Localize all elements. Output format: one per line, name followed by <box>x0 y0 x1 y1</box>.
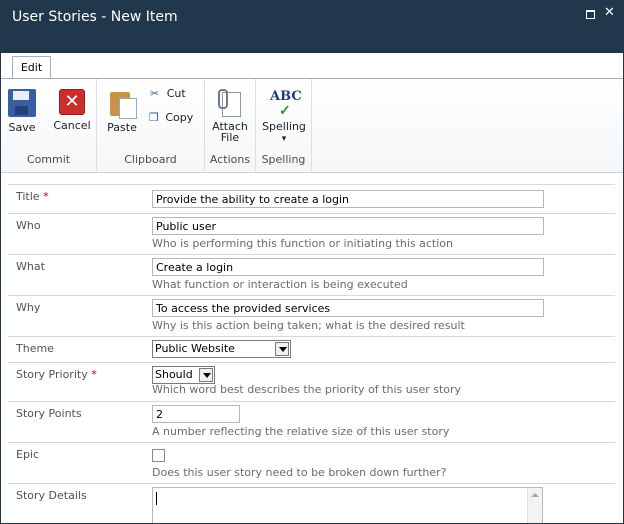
text-caret <box>156 492 157 505</box>
form-row-why: Why To access the provided services Why … <box>8 295 615 336</box>
story-points-description: A number reflecting the relative size of… <box>152 425 450 438</box>
close-icon[interactable]: ✕ <box>604 6 615 20</box>
group-label-commit: Commit <box>26 153 71 166</box>
save-label: Save <box>8 121 36 134</box>
form-row-who: Who Public user Who is performing this f… <box>8 213 615 254</box>
field-label-story-details: Story Details <box>16 489 87 502</box>
spelling-dropdown-icon: ▾ <box>281 134 287 144</box>
spellcheck-glyph: ABC <box>270 89 302 104</box>
ribbon: Save ✕ Cancel Commit Paste ✂ Cut ❐ Copy … <box>1 78 623 173</box>
dialog-window: User Stories - New Item ✕ Edit Save ✕ Ca… <box>0 0 624 524</box>
chevron-down-icon[interactable] <box>199 368 213 382</box>
theme-select-value: Public Website <box>155 342 235 355</box>
paste-button[interactable]: Paste <box>107 87 137 134</box>
group-commit: Save ✕ Cancel Commit <box>1 79 97 171</box>
tab-edit[interactable]: Edit <box>12 56 51 79</box>
copy-button[interactable]: ❐ Copy <box>149 111 193 124</box>
attach-label-file: File <box>220 131 240 144</box>
who-description: Who is performing this function or initi… <box>152 237 453 250</box>
group-label-spelling: Spelling <box>261 153 306 166</box>
why-input[interactable]: To access the provided services <box>152 299 544 317</box>
copy-label: Copy <box>165 111 194 124</box>
field-label-theme: Theme <box>16 342 54 355</box>
form-row-epic: Epic Does this user story need to be bro… <box>8 442 615 483</box>
story-details-textarea[interactable] <box>152 487 543 523</box>
titlebar: User Stories - New Item ✕ <box>1 1 623 53</box>
save-button[interactable]: Save <box>7 87 37 134</box>
what-description: What function or interaction is being ex… <box>152 278 408 291</box>
story-priority-description: Which word best describes the priority o… <box>152 383 462 396</box>
field-label-story-points: Story Points <box>16 407 82 420</box>
cancel-label: Cancel <box>53 119 91 132</box>
group-clipboard: Paste ✂ Cut ❐ Copy Clipboard <box>97 79 205 171</box>
form-row-what: What Create a login What function or int… <box>8 254 615 295</box>
field-label-story-priority: Story Priority * <box>16 368 97 381</box>
story-priority-value: Should <box>155 368 193 381</box>
paste-label: Paste <box>107 121 137 134</box>
cut-button[interactable]: ✂ Cut <box>150 87 186 100</box>
copy-icon: ❐ <box>149 111 159 124</box>
form-row-story-details: Story Details <box>8 483 615 523</box>
what-input[interactable]: Create a login <box>152 258 544 276</box>
scrollbar[interactable] <box>527 488 542 523</box>
cancel-icon: ✕ <box>59 89 85 115</box>
field-label-epic: Epic <box>16 448 40 461</box>
title-input[interactable]: Provide the ability to create a login <box>152 190 544 208</box>
epic-description: Does this user story need to be broken d… <box>152 466 447 479</box>
group-spelling: ABC ✓ Spelling ▾ Spelling <box>256 79 312 171</box>
form-row-story-priority: Story Priority * Should Which word best … <box>8 362 615 401</box>
form-row-story-points: Story Points 2 A number reflecting the r… <box>8 401 615 442</box>
field-label-title: Title * <box>16 190 49 203</box>
paperclip-icon <box>216 89 244 117</box>
group-label-actions: Actions <box>209 153 251 166</box>
theme-select[interactable]: Public Website <box>152 340 291 358</box>
maximize-icon[interactable] <box>585 9 596 20</box>
scissors-icon: ✂ <box>150 87 160 100</box>
field-label-why: Why <box>16 301 41 314</box>
epic-checkbox[interactable] <box>152 449 165 462</box>
item-form: Title * Provide the ability to create a … <box>8 184 615 523</box>
who-input[interactable]: Public user <box>152 217 544 235</box>
spelling-label: Spelling <box>262 120 306 133</box>
field-label-what: What <box>16 260 45 273</box>
group-actions: Attach File Actions <box>205 79 256 171</box>
save-icon <box>8 89 36 117</box>
story-points-input[interactable]: 2 <box>152 405 240 423</box>
cut-label: Cut <box>166 87 186 100</box>
required-mark: * <box>43 190 49 203</box>
why-description: Why is this action being taken; what is … <box>152 319 465 332</box>
cancel-button[interactable]: ✕ Cancel <box>51 87 93 132</box>
form-row-title: Title * Provide the ability to create a … <box>8 184 615 213</box>
paste-icon <box>108 89 137 119</box>
required-mark: * <box>91 368 97 381</box>
story-priority-select[interactable]: Should <box>152 366 215 384</box>
chevron-down-icon[interactable] <box>275 342 289 356</box>
spellcheck-icon: ABC ✓ <box>270 89 302 119</box>
window-title: User Stories - New Item <box>12 9 178 25</box>
field-label-who: Who <box>16 219 41 232</box>
form-row-theme: Theme Public Website <box>8 336 615 362</box>
group-label-clipboard: Clipboard <box>124 153 177 166</box>
attach-file-button[interactable]: Attach File <box>211 87 249 143</box>
spelling-button[interactable]: ABC ✓ Spelling ▾ <box>260 87 308 145</box>
